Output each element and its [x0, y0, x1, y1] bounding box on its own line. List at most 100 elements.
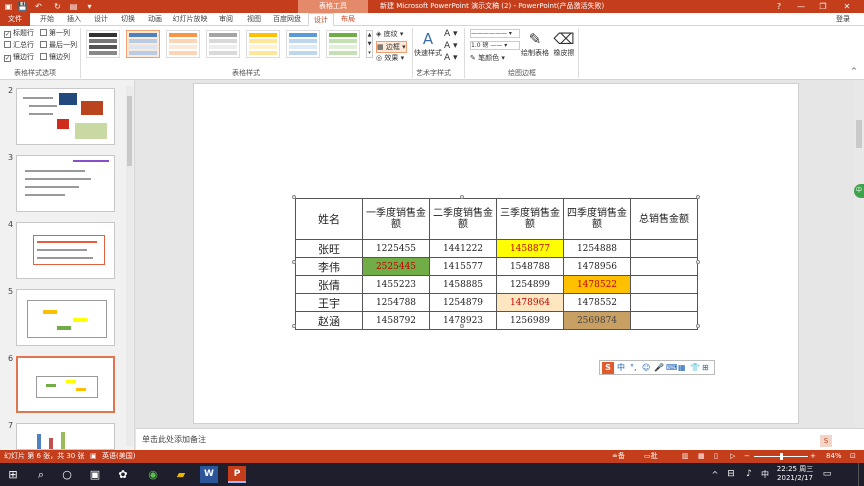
resize-handle[interactable]: [696, 260, 700, 264]
sales-cell[interactable]: [630, 257, 698, 276]
start-button-icon[interactable]: ⊞: [4, 466, 22, 483]
tab-animations[interactable]: 动画: [143, 13, 167, 26]
zoom-slider-thumb[interactable]: [780, 453, 783, 460]
sales-cell[interactable]: 1256989: [496, 311, 564, 330]
gallery-scroll[interactable]: ▲ ▼ ▾: [366, 30, 373, 58]
sales-cell[interactable]: 1458792: [362, 311, 430, 330]
table-style-thumb-dark[interactable]: [86, 30, 120, 58]
sales-cell[interactable]: 1478522: [563, 275, 631, 294]
mobile-icon[interactable]: ✿: [114, 466, 132, 483]
slide-thumbnail-6[interactable]: [16, 356, 115, 413]
scroll-thumb[interactable]: [856, 120, 862, 148]
tab-view[interactable]: 视图: [242, 13, 266, 26]
total-row-checkbox[interactable]: 汇总行: [4, 40, 34, 50]
text-effects-button[interactable]: A ▾: [444, 53, 458, 63]
sales-cell[interactable]: [630, 275, 698, 294]
search-icon[interactable]: ⌕: [32, 466, 50, 483]
pen-color-button[interactable]: ✎ 笔颜色 ▾: [470, 53, 505, 63]
save-icon[interactable]: 💾: [17, 1, 28, 12]
customize-toolbar-icon[interactable]: ▾: [84, 1, 95, 12]
thumbnail-scrollbar[interactable]: [126, 86, 133, 446]
resize-handle[interactable]: [696, 195, 700, 199]
name-cell[interactable]: 李伟: [295, 257, 363, 276]
resize-handle[interactable]: [292, 260, 296, 264]
effects-button[interactable]: ◎ 效果 ▾: [376, 53, 404, 63]
header-cell[interactable]: 总销售金额: [630, 198, 698, 240]
undo-icon[interactable]: ↶: [33, 1, 44, 12]
help-button[interactable]: ?: [768, 0, 790, 13]
side-assistant-icon[interactable]: 中: [854, 184, 864, 198]
minimize-button[interactable]: —: [790, 0, 812, 13]
slideshow-view-icon[interactable]: ▷: [730, 450, 735, 463]
table-style-thumb-orange[interactable]: [166, 30, 200, 58]
comments-button[interactable]: ▭ 批注: [644, 450, 658, 473]
language-indicator[interactable]: 英语(美国): [102, 450, 135, 463]
show-desktop-button[interactable]: [858, 463, 861, 486]
slide-scrollbar[interactable]: 中: [854, 80, 864, 428]
slide-thumbnail-5[interactable]: [16, 289, 115, 346]
eraser-button[interactable]: ⌫ 橡皮擦: [550, 29, 578, 58]
ime-mode[interactable]: 中: [617, 362, 625, 374]
table-style-thumb-gold[interactable]: [246, 30, 280, 58]
header-row-checkbox[interactable]: ✓ 标题行: [4, 28, 34, 38]
slide-thumbnail-2[interactable]: [16, 88, 115, 145]
sales-table[interactable]: 姓名 一季度销售金额 二季度销售金额 三季度销售金额 四季度销售金额 总销售金额 张旺 122…: [295, 198, 698, 330]
resize-handle[interactable]: [460, 195, 464, 199]
sales-cell[interactable]: 1458877: [496, 239, 564, 258]
sales-cell[interactable]: 2525445: [362, 257, 430, 276]
task-view-icon[interactable]: ○: [58, 466, 76, 483]
header-cell[interactable]: 姓名: [295, 198, 363, 240]
tab-slideshow[interactable]: 幻灯片放映: [170, 13, 210, 26]
pen-style-dropdown[interactable]: —————— ▾: [470, 29, 520, 38]
sogou-logo-icon[interactable]: S: [602, 362, 614, 374]
tab-table-layout[interactable]: 布局: [336, 13, 360, 26]
apps-grid-icon[interactable]: ⊞: [702, 362, 709, 374]
banded-rows-checkbox[interactable]: ✓ 镶边行: [4, 52, 34, 62]
name-cell[interactable]: 张旺: [295, 239, 363, 258]
slide-thumbnail-4[interactable]: [16, 222, 115, 279]
notes-pane[interactable]: 单击此处添加备注 S: [136, 428, 864, 450]
sales-cell[interactable]: 1478964: [496, 293, 564, 312]
reading-view-icon[interactable]: ▯: [714, 450, 718, 463]
close-button[interactable]: ✕: [836, 0, 858, 13]
table-style-thumb-light-blue[interactable]: [286, 30, 320, 58]
sales-cell[interactable]: [630, 239, 698, 258]
spellcheck-icon[interactable]: ▣: [90, 450, 97, 463]
file-explorer-icon[interactable]: ▰: [172, 466, 190, 483]
slide-thumbnail-7[interactable]: [16, 423, 115, 450]
login-link[interactable]: 登录: [836, 13, 850, 26]
punctuation-icon[interactable]: °,: [630, 362, 637, 374]
emoji-icon[interactable]: ☺: [642, 362, 650, 374]
resize-handle[interactable]: [292, 195, 296, 199]
tab-file[interactable]: 文件: [0, 13, 30, 26]
last-column-checkbox[interactable]: 最后一列: [40, 40, 77, 50]
sales-cell[interactable]: 1254888: [563, 239, 631, 258]
sales-cell[interactable]: 1225455: [362, 239, 430, 258]
name-cell[interactable]: 张倩: [295, 275, 363, 294]
app-icon[interactable]: ▣: [3, 1, 14, 12]
fit-slide-icon[interactable]: ⊡: [850, 450, 856, 463]
keyboard-icon[interactable]: ⌨: [666, 362, 678, 374]
sales-cell[interactable]: 1254879: [429, 293, 497, 312]
sales-cell[interactable]: 1478552: [563, 293, 631, 312]
borders-button[interactable]: ▦ 边框 ▾: [376, 41, 407, 53]
sales-cell[interactable]: [630, 311, 698, 330]
name-cell[interactable]: 赵涵: [295, 311, 363, 330]
slide-sorter-icon[interactable]: ▦: [698, 450, 705, 463]
first-column-checkbox[interactable]: 第一列: [40, 28, 70, 38]
toolbox-icon[interactable]: ▦: [678, 362, 686, 374]
sales-cell[interactable]: 1548788: [496, 257, 564, 276]
tab-design[interactable]: 设计: [89, 13, 113, 26]
shading-button[interactable]: ◈ 底纹 ▾: [376, 29, 403, 39]
banded-columns-checkbox[interactable]: 镶边列: [40, 52, 70, 62]
tab-baidu-netdisk[interactable]: 百度网盘: [270, 13, 304, 26]
tab-home[interactable]: 开始: [36, 13, 58, 26]
word-app-icon[interactable]: W: [200, 466, 218, 483]
collapse-ribbon-icon[interactable]: ^: [851, 66, 857, 76]
notes-button[interactable]: ≐ 备注: [612, 450, 625, 473]
zoom-level[interactable]: 84%: [826, 450, 842, 463]
sales-cell[interactable]: 1254788: [362, 293, 430, 312]
pen-weight-dropdown[interactable]: 1.0 磅 —— ▾: [470, 41, 520, 50]
quick-styles-button[interactable]: A 快速样式: [414, 29, 442, 58]
task-switch-icon[interactable]: ▣: [86, 466, 104, 483]
